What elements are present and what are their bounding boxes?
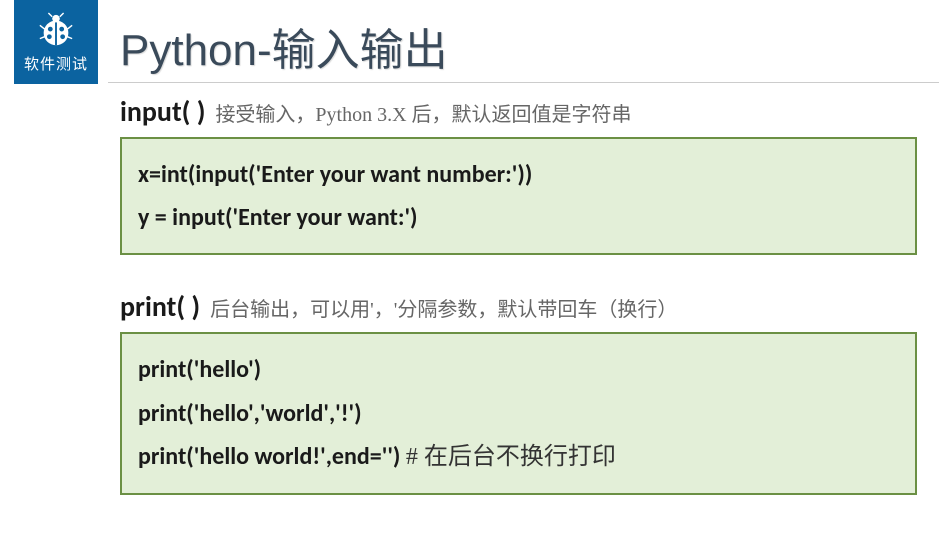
code-box-input: x=int(input('Enter your want number:')) … xyxy=(120,137,917,255)
code-line: x=int(input('Enter your want number:')) xyxy=(138,153,899,196)
code-text: print('hello world!',end='') xyxy=(138,442,406,471)
section-print: print( ) 后台输出，可以用'，'分隔参数，默认带回车（换行） print… xyxy=(120,289,917,495)
code-line: print('hello','world','!') xyxy=(138,392,899,435)
section-header-print: print( ) 后台输出，可以用'，'分隔参数，默认带回车（换行） xyxy=(120,289,917,324)
code-line: y = input('Enter your want:') xyxy=(138,196,899,239)
section-header-input: input( ) 接受输入，Python 3.X 后，默认返回值是字符串 xyxy=(120,94,917,129)
func-desc-input: 接受输入，Python 3.X 后，默认返回值是字符串 xyxy=(215,98,631,127)
page-title: Python-输入输出 xyxy=(120,14,448,78)
title-underline xyxy=(108,82,939,83)
code-box-print: print('hello') print('hello','world','!'… xyxy=(120,332,917,495)
func-name-print: print( ) xyxy=(120,289,200,324)
func-desc-print: 后台输出，可以用'，'分隔参数，默认带回车（换行） xyxy=(210,293,677,322)
func-name-input: input( ) xyxy=(120,94,205,129)
code-comment: # 在后台不换行打印 xyxy=(406,444,616,470)
code-line: print('hello') xyxy=(138,348,899,391)
logo-box: 软件测试 xyxy=(14,0,98,84)
code-line: print('hello world!',end='') # 在后台不换行打印 xyxy=(138,435,899,479)
content: input( ) 接受输入，Python 3.X 后，默认返回值是字符串 x=i… xyxy=(120,94,917,525)
ladybug-icon xyxy=(36,11,76,51)
logo-text: 软件测试 xyxy=(24,53,88,74)
